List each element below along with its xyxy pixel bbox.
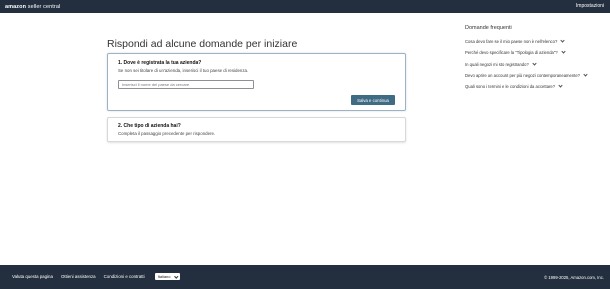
country-search-input[interactable] (118, 80, 254, 89)
settings-link[interactable]: Impostazioni (576, 3, 604, 9)
copyright-text: © 1999-2025, Amazon.com, Inc. (544, 275, 604, 280)
footer: Valuta questa pagina Ottieni assistenza … (0, 265, 610, 289)
chevron-down-icon (558, 83, 563, 88)
faq-item-label: Cosa devo fare se il mio paese non è nel… (465, 39, 558, 45)
chevron-down-icon (561, 49, 566, 55)
step-1-card: 1. Dove è registrata la tua azienda? Se … (107, 53, 406, 111)
get-help-link[interactable]: Ottieni assistenza (61, 274, 96, 279)
language-select-value: Italiano (157, 274, 171, 279)
language-select[interactable]: Italiano (154, 273, 181, 280)
faq-panel: Domande frequenti Cosa devo fare se il m… (465, 25, 605, 92)
faq-item[interactable]: Quali sono i termini e le condizioni da … (465, 81, 605, 92)
footer-links: Valuta questa pagina Ottieni assistenza … (12, 273, 181, 280)
rate-page-link[interactable]: Valuta questa pagina (12, 274, 53, 279)
faq-item-label: Quali sono i termini e le condizioni da … (465, 84, 556, 90)
faq-item[interactable]: Perché devo specificare la "Tipologia di… (465, 47, 605, 58)
seller-central-logo[interactable]: amazon seller central (5, 4, 60, 10)
step-1-subtitle: Se non sei titolare di un'azienda, inser… (118, 68, 249, 73)
faq-item-label: Devo aprire un account per più negozi co… (465, 73, 580, 79)
terms-link[interactable]: Condizioni e contratti (104, 274, 145, 279)
save-and-continue-button[interactable]: Salva e continua (351, 95, 395, 105)
faq-item-label: In quali negozi mi sto registrando? (465, 61, 529, 67)
step-2-subtitle: Completa il passaggio precedente per ris… (118, 131, 216, 136)
logo-brand: amazon (5, 3, 27, 10)
step-2-card: 2. Che tipo di azienda hai? Completa il … (107, 117, 406, 142)
chevron-down-icon (532, 61, 537, 66)
logo-product: seller central (27, 3, 61, 10)
faq-item[interactable]: In quali negozi mi sto registrando? (465, 59, 605, 70)
faq-item[interactable]: Cosa devo fare se il mio paese non è nel… (465, 36, 605, 47)
chevron-down-icon (560, 38, 565, 43)
step-2-title: 2. Che tipo di azienda hai? (118, 123, 181, 129)
faq-item[interactable]: Devo aprire un account per più negozi co… (465, 70, 605, 81)
top-navigation-bar: amazon seller central Impostazioni (0, 0, 610, 13)
chevron-down-icon (173, 273, 178, 278)
page-title: Rispondi ad alcune domande per iniziare (107, 38, 298, 50)
faq-item-label: Perché devo specificare la "Tipologia di… (465, 50, 558, 56)
faq-title: Domande frequenti (465, 25, 512, 31)
chevron-down-icon (583, 72, 588, 77)
step-1-title: 1. Dove è registrata la tua azienda? (118, 60, 202, 66)
